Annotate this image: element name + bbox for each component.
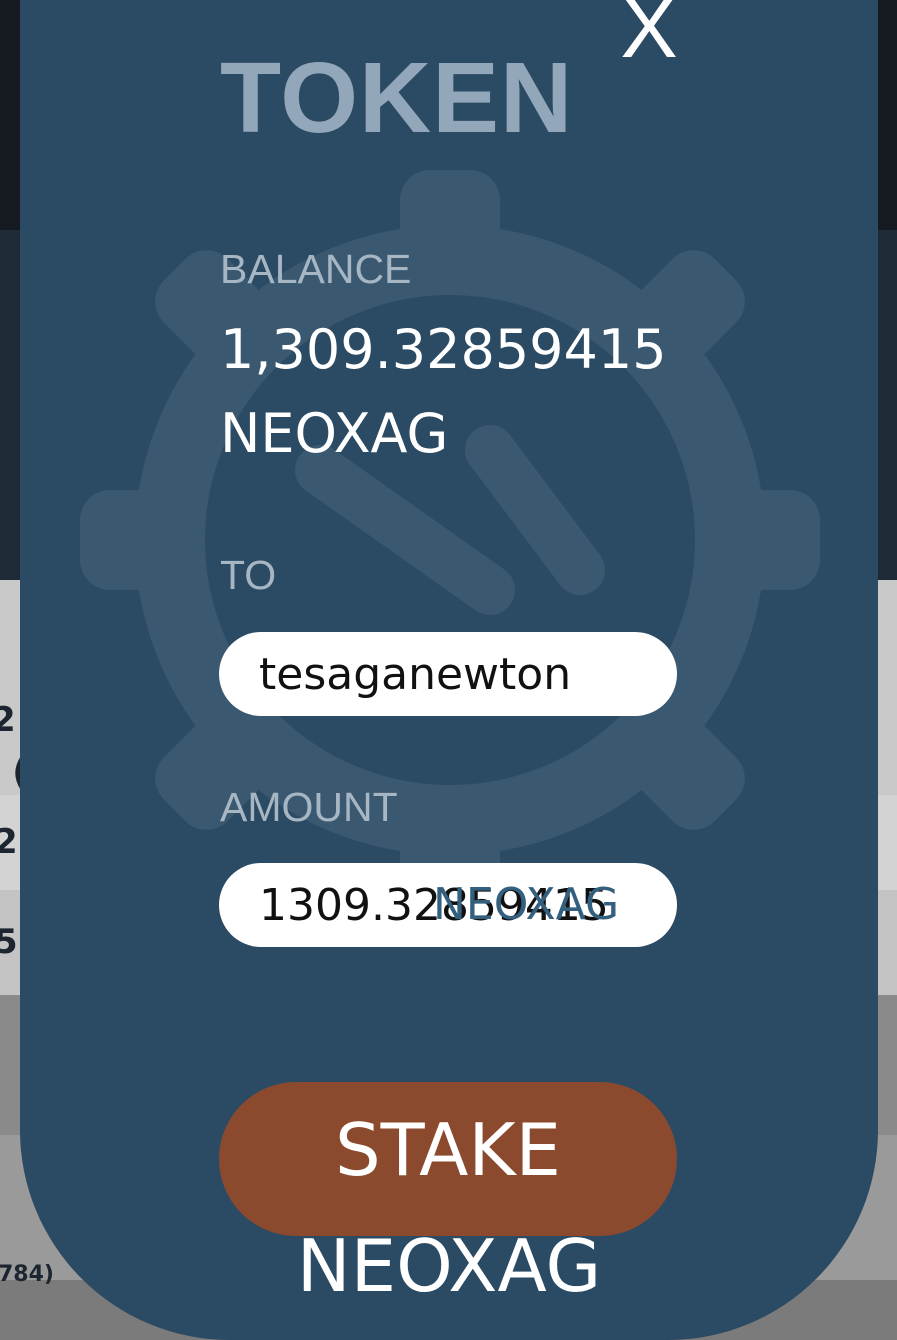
balance-value: 1,309.32859415 NEOXAG xyxy=(220,308,667,476)
stake-token-modal: X TOKEN BALANCE 1,309.32859415 NEOXAG TO… xyxy=(20,0,878,1340)
amount-field-wrapper: NEOXAG xyxy=(219,863,677,947)
modal-title: TOKEN xyxy=(220,42,574,154)
amount-label: AMOUNT xyxy=(220,784,398,830)
recipient-input[interactable] xyxy=(219,632,677,716)
stake-button-label-token: NEOXAG xyxy=(296,1224,602,1308)
balance-amount: 1,309.32859415 xyxy=(220,318,667,381)
gear-logo-icon xyxy=(80,170,820,910)
stake-button-label: STAKE xyxy=(334,1108,562,1192)
amount-input[interactable] xyxy=(219,863,677,947)
stake-button[interactable]: STAKE xyxy=(219,1082,677,1236)
balance-label: BALANCE xyxy=(220,246,412,292)
close-button[interactable]: X xyxy=(611,0,687,71)
list-item-fragment: 2 xyxy=(0,700,16,740)
to-label: TO xyxy=(220,552,277,598)
balance-unit: NEOXAG xyxy=(220,402,449,466)
